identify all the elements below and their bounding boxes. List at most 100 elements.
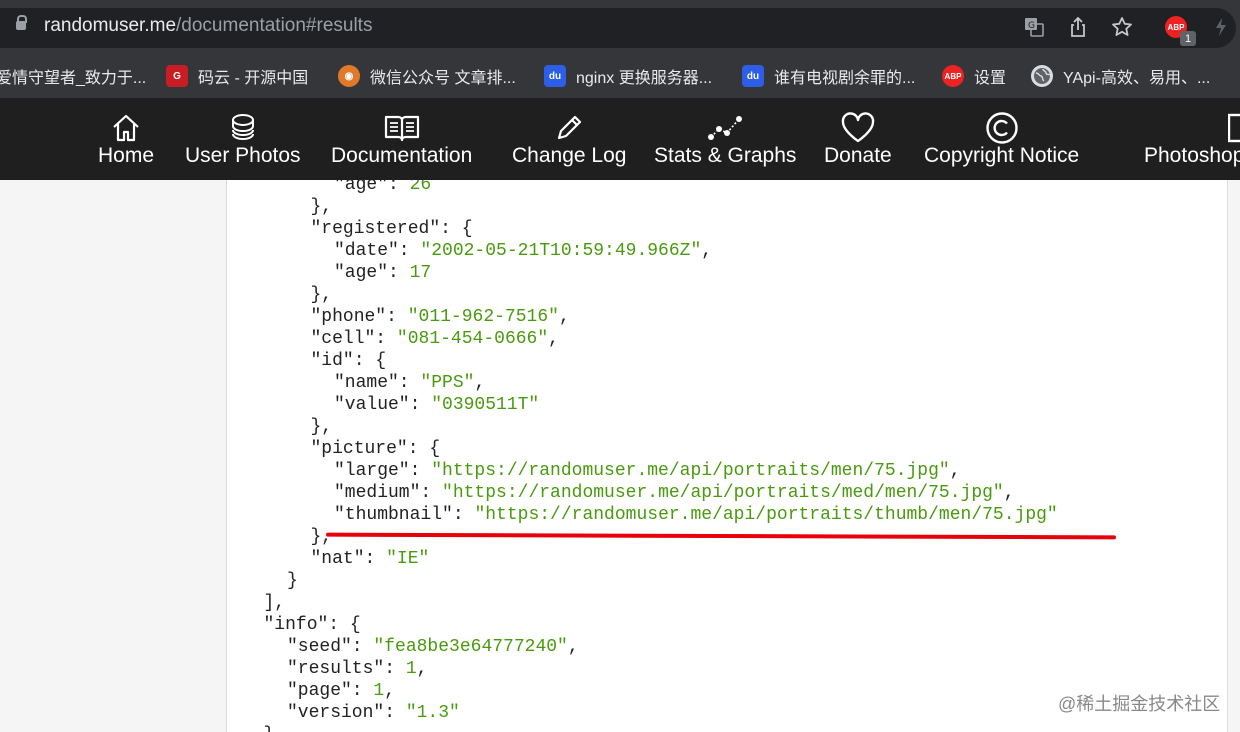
json-string-value: "1.3" [405,703,460,723]
bookmark-item[interactable]: ABP 设置 [942,54,1006,98]
code-line: "value": "0390511T" [334,394,539,416]
photoshop-icon [1228,111,1240,145]
code-line: } [264,724,275,732]
code-line: "age": 26 [334,180,431,196]
bookmark-item[interactable]: 爱情守望者_致力于... [0,54,146,98]
nav-label: Copyright Notice [924,144,1080,167]
code-punct: , [474,373,486,393]
code-line: ], [264,592,286,614]
heart-icon [840,111,876,145]
code-line: "info": { [264,614,361,636]
json-key: "page": [287,681,374,701]
nav-label: Stats & Graphs [654,144,797,167]
url-path: /documentation#results [176,15,373,36]
bookmark-item[interactable]: du nginx 更换服务器... [544,54,712,98]
code-line: "cell": "081-454-0666", [311,328,559,350]
nav-home[interactable]: Home [98,98,154,180]
url-text[interactable]: randomuser.me/documentation#results [44,15,372,37]
code-punct: { [375,351,387,371]
nav-user-photos[interactable]: User Photos [185,98,301,180]
json-key: "age": [334,180,410,195]
graph-icon [707,111,743,145]
code-punct: , [701,241,713,261]
code-punct: , [567,637,579,657]
json-key: "nat": [310,549,387,569]
json-string-value: "https://randomuser.me/api/portraits/med… [442,483,1004,503]
nav-photoshop[interactable]: Photoshop [1144,98,1240,180]
code-line: }, [311,284,333,306]
code-line: "version": "1.3" [287,702,460,724]
code-line: "phone": "011-962-7516", [311,306,570,328]
code-punct: , [558,307,570,327]
nav-label: Donate [824,144,892,167]
json-string-value: "081-454-0666" [396,329,549,349]
code-line: "age": 17 [334,262,431,284]
json-key: "results": [287,659,406,679]
nav-donate[interactable]: Donate [824,98,892,180]
code-punct: { [429,439,441,459]
json-key: "value": [334,395,432,415]
owl-icon: ◉ [338,65,360,87]
url-host: randomuser.me [44,15,177,36]
bookmark-label: nginx 更换服务器... [576,70,713,87]
extension-bolt-icon[interactable] [1210,16,1232,38]
json-key: "registered": [310,219,462,239]
json-string-value: "PPS" [420,373,475,393]
gitee-icon: G [166,65,188,87]
json-key: "info": [263,615,350,635]
bookmark-item[interactable]: YApi-高效、易用、... [1031,54,1210,98]
bookmark-label: YApi-高效、易用、... [1063,70,1211,87]
nav-label: Change Log [512,144,627,167]
code-punct: , [548,329,559,349]
nav-change-log[interactable]: Change Log [512,98,626,180]
pencil-icon [553,111,585,145]
code-punct: , [416,659,428,679]
site-navigation: Home User Photos Documentation Change Lo… [0,98,1240,180]
json-number-value: 1 [405,659,417,679]
json-key: "large": [334,461,432,481]
svg-text:G: G [1028,21,1035,31]
code-line: "medium": "https://randomuser.me/api/por… [334,482,1015,504]
share-icon[interactable] [1067,16,1089,38]
browser-toolbar: randomuser.me/documentation#results G AB… [0,0,1240,54]
code-line: "results": 1, [287,658,427,680]
code-punct: { [461,219,473,239]
nav-copyright-notice[interactable]: Copyright Notice [924,98,1079,180]
nav-documentation[interactable]: Documentation [331,98,472,180]
code-punct: ], [263,593,286,613]
code-punct: } [264,725,275,732]
coins-icon [227,111,259,145]
json-string-value: "0390511T" [431,395,540,415]
bookmark-item[interactable]: ◉ 微信公众号 文章排... [338,54,516,98]
code-line: }, [311,526,333,548]
json-key: "seed": [287,637,374,657]
book-icon [384,111,420,145]
watermark: @稀土掘金技术社区 [1058,694,1221,714]
bookmark-item[interactable]: du 谁有电视剧余罪的... [742,54,915,98]
code-punct: } [287,571,298,591]
bookmark-star-icon[interactable] [1111,16,1133,38]
json-number-value: 1 [373,681,385,701]
nav-stats-graphs[interactable]: Stats & Graphs [654,98,796,180]
results-section: "age": 26}, "registered": {"date": "2002-… [0,180,1240,732]
json-number-value: 17 [409,263,432,283]
json-key: "id": [310,351,376,371]
nav-label: Documentation [331,144,473,167]
code-punct: }, [310,527,333,547]
lock-icon[interactable] [16,15,27,30]
code-line: "nat": "IE" [311,548,430,570]
code-line: "page": 1, [287,680,395,702]
bookmark-item[interactable]: G 码云 - 开源中国 [166,54,308,98]
translate-icon[interactable]: G [1023,16,1045,38]
code-line: } [287,570,298,592]
bookmarks-bar: 爱情守望者_致力于... G 码云 - 开源中国 ◉ 微信公众号 文章排... du… [0,54,1240,99]
code-line: "name": "PPS", [334,372,485,394]
code-line: "seed": "fea8be3e64777240", [287,636,579,658]
globe-icon [1031,65,1053,87]
json-string-value: "https://randomuser.me/api/portraits/thu… [474,505,1058,525]
json-string-value: "011-962-7516" [407,307,559,327]
copyright-icon [985,111,1019,145]
code-line: }, [311,196,333,218]
json-string-value: "IE" [386,549,430,569]
nav-label: Home [98,144,155,167]
